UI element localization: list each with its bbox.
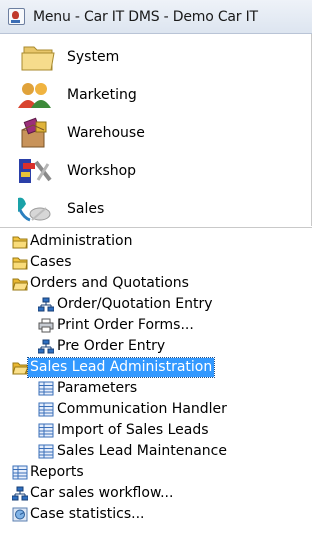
tree-item-pre-order-entry[interactable]: Pre Order Entry — [0, 336, 312, 357]
printer-icon — [38, 318, 54, 333]
grid-table-icon — [38, 423, 54, 438]
tree-item-cases[interactable]: Cases — [0, 252, 312, 273]
tree-label-print-order-forms: Print Order Forms... — [57, 317, 194, 333]
network-icon — [12, 486, 28, 501]
tree-label-pre-order-entry: Pre Order Entry — [57, 338, 166, 354]
tree-item-reports[interactable]: Reports — [0, 462, 312, 483]
tree-item-parameters[interactable]: Parameters — [0, 378, 312, 399]
window-titlebar: Menu - Car IT DMS - Demo Car IT — [0, 0, 312, 34]
tree-item-print-order-forms[interactable]: Print Order Forms... — [0, 315, 312, 336]
module-label-warehouse: Warehouse — [67, 125, 145, 141]
module-sales[interactable]: Sales — [0, 190, 312, 228]
tree-label-parameters: Parameters — [57, 380, 138, 396]
tree-label-order-quotation-entry: Order/Quotation Entry — [57, 296, 213, 312]
menu-tree: Administration Cases Orders and Quotatio… — [0, 227, 312, 556]
grid-table-icon — [38, 402, 54, 417]
tree-label-sales-lead-administration: Sales Lead Administration — [26, 357, 216, 378]
tree-label-orders-quotations: Orders and Quotations — [30, 275, 189, 291]
module-warehouse[interactable]: Warehouse — [0, 114, 312, 152]
tree-label-cases: Cases — [30, 254, 72, 270]
tree-item-import-sales-leads[interactable]: Import of Sales Leads — [0, 420, 312, 441]
tree-label-administration: Administration — [30, 233, 133, 249]
module-label-workshop: Workshop — [67, 163, 137, 179]
grid-table-icon — [38, 444, 54, 459]
statistics-icon — [12, 507, 28, 522]
tree-label-reports: Reports — [30, 464, 84, 480]
module-system[interactable]: System — [0, 38, 312, 76]
module-list: System Marketing Warehouse Workshop Sale… — [0, 34, 312, 226]
module-marketing[interactable]: Marketing — [0, 76, 312, 114]
grid-table-icon — [12, 465, 28, 480]
open-folder-icon — [12, 362, 28, 375]
module-label-marketing: Marketing — [67, 87, 137, 103]
boxes-icon — [21, 117, 47, 148]
tree-item-car-sales-workflow[interactable]: Car sales workflow... — [0, 483, 312, 504]
tree-label-communication-handler: Communication Handler — [57, 401, 227, 417]
car-keys-icon — [18, 197, 51, 222]
module-label-sales: Sales — [67, 201, 105, 217]
tree-item-sales-lead-administration[interactable]: Sales Lead Administration — [0, 357, 312, 378]
grid-table-icon — [38, 381, 54, 396]
tools-icon — [19, 159, 52, 183]
network-icon — [38, 339, 54, 354]
tree-item-administration[interactable]: Administration — [0, 231, 312, 252]
tree-item-communication-handler[interactable]: Communication Handler — [0, 399, 312, 420]
tree-item-orders-quotations[interactable]: Orders and Quotations — [0, 273, 312, 294]
tree-label-sales-lead-maintenance: Sales Lead Maintenance — [57, 443, 227, 459]
tree-label-car-sales-workflow: Car sales workflow... — [30, 485, 174, 501]
folder-icon — [12, 257, 28, 270]
app-icon[interactable] — [8, 8, 25, 25]
module-label-system: System — [67, 49, 120, 65]
window-title: Menu - Car IT DMS - Demo Car IT — [33, 8, 258, 25]
folder-icon — [12, 236, 28, 249]
people-icon — [18, 83, 51, 108]
folder-icon — [21, 46, 55, 71]
tree-item-order-quotation-entry[interactable]: Order/Quotation Entry — [0, 294, 312, 315]
tree-label-import-sales-leads: Import of Sales Leads — [57, 422, 209, 438]
open-folder-icon — [12, 278, 28, 291]
module-workshop[interactable]: Workshop — [0, 152, 312, 190]
tree-item-case-statistics[interactable]: Case statistics... — [0, 504, 312, 525]
tree-item-sales-lead-maintenance[interactable]: Sales Lead Maintenance — [0, 441, 312, 462]
tree-label-case-statistics: Case statistics... — [30, 506, 145, 522]
network-icon — [38, 297, 54, 312]
